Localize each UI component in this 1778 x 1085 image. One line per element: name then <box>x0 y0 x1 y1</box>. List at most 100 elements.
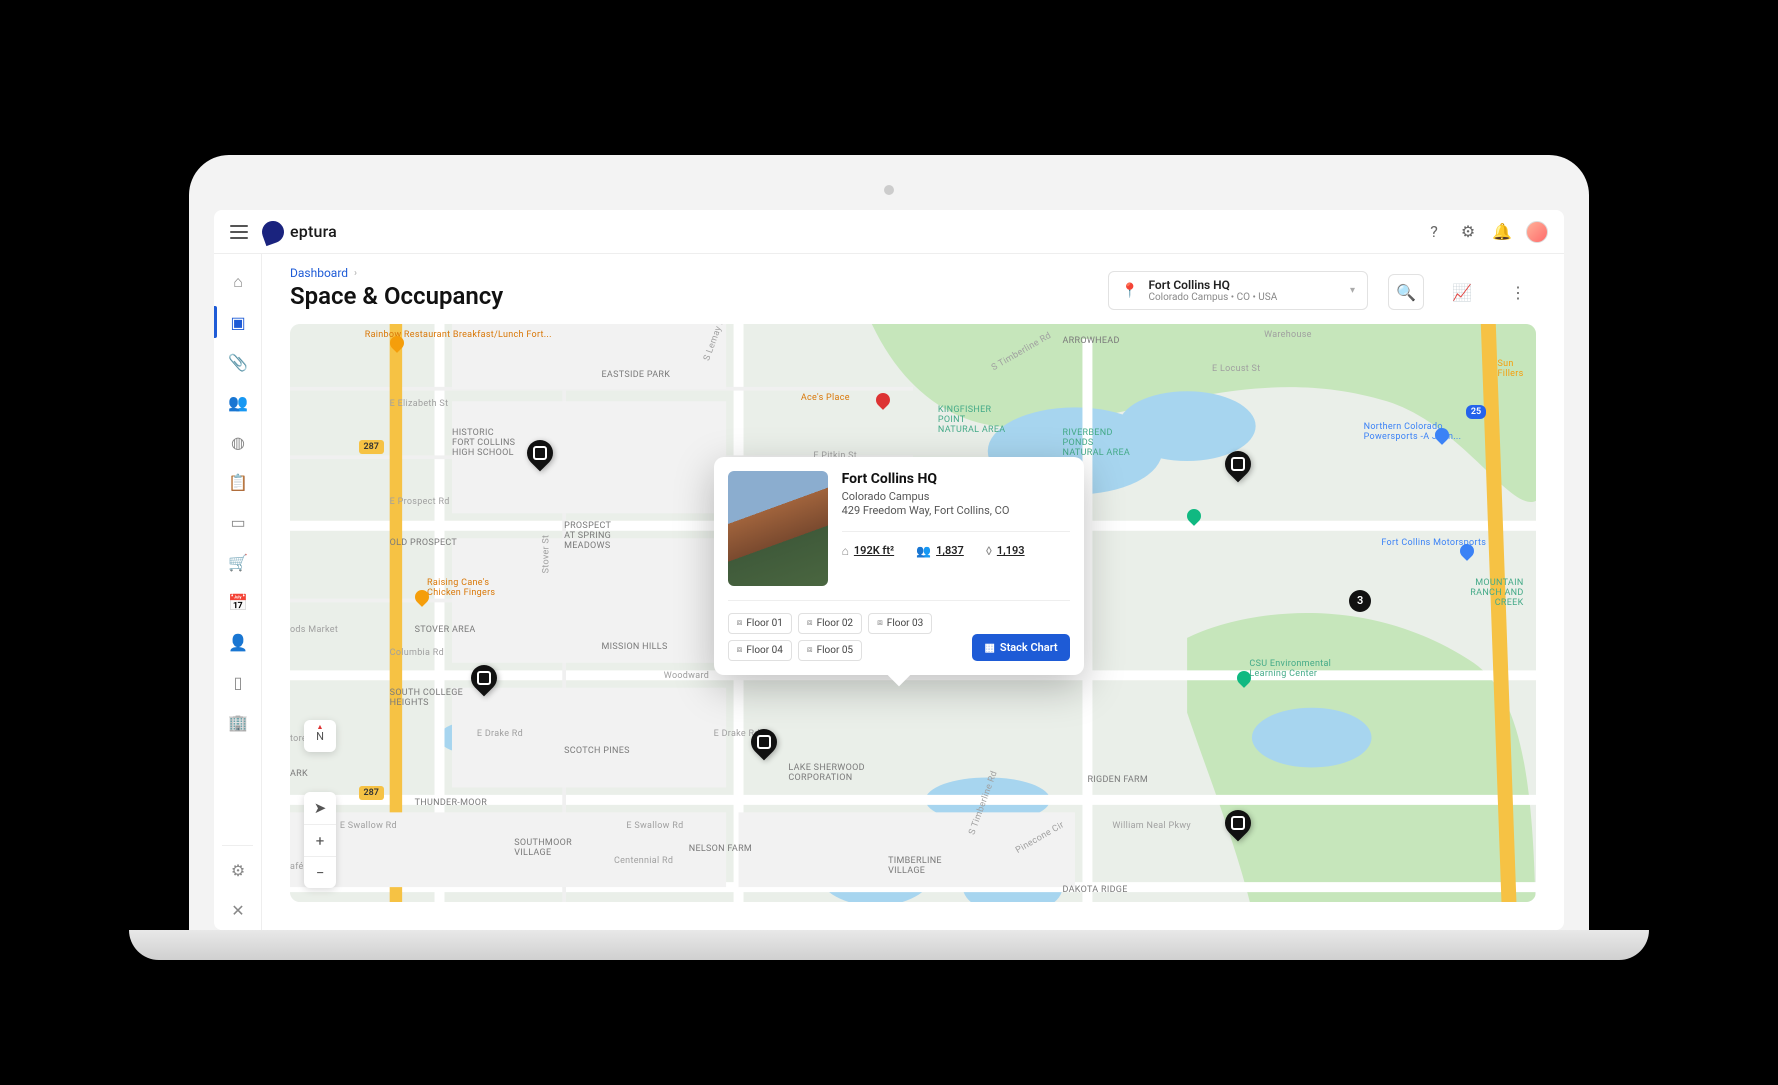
chevron-down-icon: ▾ <box>1350 285 1355 296</box>
nav-building-icon[interactable]: 🏢 <box>214 702 262 742</box>
map-label: EASTSIDE PARK <box>602 370 671 380</box>
nav-user-icon[interactable]: 👤 <box>214 622 262 662</box>
floor-chips: Floor 01 Floor 02 Floor 03 Floor 04 Floo… <box>728 613 938 661</box>
building-cluster-marker[interactable]: 3 <box>1349 590 1371 612</box>
map-label: DAKOTA RIDGE <box>1063 885 1128 895</box>
chart-button[interactable]: 📈 <box>1444 274 1480 310</box>
pin-icon: 📍 <box>1121 283 1138 299</box>
search-button[interactable]: 🔍 <box>1388 274 1424 310</box>
street-label: Stover St <box>541 535 551 574</box>
chart-icon: 📈 <box>1452 283 1472 302</box>
street-label: Centennial Rd <box>614 856 673 866</box>
map-label: afé <box>290 862 304 872</box>
map-label: TIMBERLINE VILLAGE <box>888 856 942 876</box>
more-menu[interactable]: ⋮ <box>1500 274 1536 310</box>
people-icon: 👥 <box>916 544 931 558</box>
nav-clipboard-icon[interactable]: 📋 <box>214 462 262 502</box>
compass-control[interactable]: N <box>304 720 336 752</box>
map-label: PROSPECT AT SPRING MEADOWS <box>564 521 611 551</box>
notifications-bell-icon[interactable]: 🔔 <box>1492 222 1512 242</box>
user-avatar[interactable] <box>1526 221 1548 243</box>
page-header: Dashboard › Space & Occupancy 📍 Fort Col… <box>262 254 1564 324</box>
nav-badge-icon[interactable]: ▭ <box>214 502 262 542</box>
map-label: Kingfisher Point Natural Area <box>938 405 1006 435</box>
nav-cart-icon[interactable]: 🛒 <box>214 542 262 582</box>
map-controls: ➤ + − <box>304 792 336 888</box>
map-label: SOUTHMOOR VILLAGE <box>514 838 572 858</box>
hwy-shield: 287 <box>359 786 384 800</box>
location-picker[interactable]: 📍 Fort Collins HQ Colorado Campus • CO •… <box>1108 271 1368 310</box>
stat-area[interactable]: ⌂192K ft² <box>842 544 895 558</box>
more-vertical-icon: ⋮ <box>1510 283 1526 302</box>
map-label: CSU Environmental Learning Center <box>1249 659 1331 679</box>
brand-name: eptura <box>290 222 337 241</box>
zoom-out-button[interactable]: − <box>304 856 336 888</box>
floor-chip[interactable]: Floor 05 <box>798 640 862 661</box>
nav-gear-icon[interactable]: ⚙ <box>214 850 262 890</box>
hwy-shield: 287 <box>359 440 384 454</box>
street-label: Columbia Rd <box>390 648 444 658</box>
location-path: Colorado Campus • CO • USA <box>1148 292 1277 303</box>
map-label: Arrowhead <box>1063 336 1120 346</box>
map-label: HISTORIC FORT COLLINS HIGH SCHOOL <box>452 428 515 458</box>
map-label: ARK <box>290 769 308 779</box>
page-title: Space & Occupancy <box>290 282 1088 310</box>
seat-icon: ◊ <box>986 544 992 558</box>
map-label: Warehouse <box>1264 330 1312 340</box>
interstate-shield: 25 <box>1466 405 1486 419</box>
street-label: E Prospect Rd <box>390 497 450 507</box>
street-label: E Locust St <box>1212 364 1260 374</box>
location-popup: Fort Collins HQ Colorado Campus 429 Free… <box>714 457 1084 675</box>
street-label: E Drake Rd <box>477 729 523 739</box>
floor-chip[interactable]: Floor 03 <box>868 613 932 634</box>
map-label: Woodward <box>664 671 709 681</box>
topbar: eptura ? ⚙ 🔔 <box>214 210 1564 254</box>
map-label: Ace's Place <box>801 393 850 403</box>
nav-home-icon[interactable]: ⌂ <box>214 262 262 302</box>
stat-seats[interactable]: ◊1,193 <box>986 544 1025 558</box>
nav-people-icon[interactable]: 👥 <box>214 382 262 422</box>
help-icon[interactable]: ? <box>1424 222 1444 242</box>
nav-space-icon[interactable]: ▣ <box>214 302 262 342</box>
map-label: LAKE SHERWOOD CORPORATION <box>788 763 864 783</box>
zoom-in-button[interactable]: + <box>304 824 336 856</box>
map-label: MISSION HILLS <box>602 642 668 652</box>
nav-globe-icon[interactable]: ◍ <box>214 422 262 462</box>
map-label: SOUTH COLLEGE HEIGHTS <box>390 688 463 708</box>
map-label: THUNDER-MOOR <box>415 798 488 808</box>
location-name: Fort Collins HQ <box>1148 278 1277 292</box>
popup-title: Fort Collins HQ <box>842 471 1070 487</box>
street-label: E Swallow Rd <box>340 821 397 831</box>
search-icon: 🔍 <box>1396 283 1416 302</box>
map-label: NELSON FARM <box>689 844 752 854</box>
nav-calendar-icon[interactable]: 📅 <box>214 582 262 622</box>
street-label: E Swallow Rd <box>626 821 683 831</box>
floor-chip[interactable]: Floor 04 <box>728 640 792 661</box>
nav-attach-icon[interactable]: 📎 <box>214 342 262 382</box>
logo-mark <box>259 217 287 245</box>
nav-tools-icon[interactable]: ✕ <box>214 890 262 930</box>
sidenav: ⌂ ▣ 📎 👥 ◍ 📋 ▭ 🛒 📅 👤 ▯ 🏢 ⚙ ✕ <box>214 254 262 930</box>
stack-chart-button[interactable]: Stack Chart <box>972 634 1069 661</box>
map-label: Riverbend Ponds Natural Area <box>1063 428 1131 458</box>
nav-device-icon[interactable]: ▯ <box>214 662 262 702</box>
map-label: RIGDEN FARM <box>1087 775 1148 785</box>
popup-campus: Colorado Campus <box>842 490 1070 503</box>
settings-gear-icon[interactable]: ⚙ <box>1458 222 1478 242</box>
breadcrumb-item[interactable]: Dashboard <box>290 266 348 280</box>
hamburger-menu[interactable] <box>230 225 248 239</box>
map-label: STOVER AREA <box>415 625 476 635</box>
map-label: OLD PROSPECT <box>390 538 457 548</box>
map-canvas[interactable]: Arrowhead EASTSIDE PARK HISTORIC FORT CO… <box>290 324 1536 902</box>
floor-chip[interactable]: Floor 01 <box>728 613 792 634</box>
map-label: SCOTCH PINES <box>564 746 630 756</box>
map-label: ods Market <box>290 625 338 635</box>
map-label: Raising Cane's Chicken Fingers <box>427 578 495 598</box>
locate-me-button[interactable]: ➤ <box>304 792 336 824</box>
brand-logo[interactable]: eptura <box>262 221 337 243</box>
breadcrumb[interactable]: Dashboard › <box>290 266 1088 280</box>
floor-chip[interactable]: Floor 02 <box>798 613 862 634</box>
chevron-right-icon: › <box>354 268 357 279</box>
stat-people[interactable]: 👥1,837 <box>916 544 964 558</box>
popup-address: 429 Freedom Way, Fort Collins, CO <box>842 504 1070 517</box>
